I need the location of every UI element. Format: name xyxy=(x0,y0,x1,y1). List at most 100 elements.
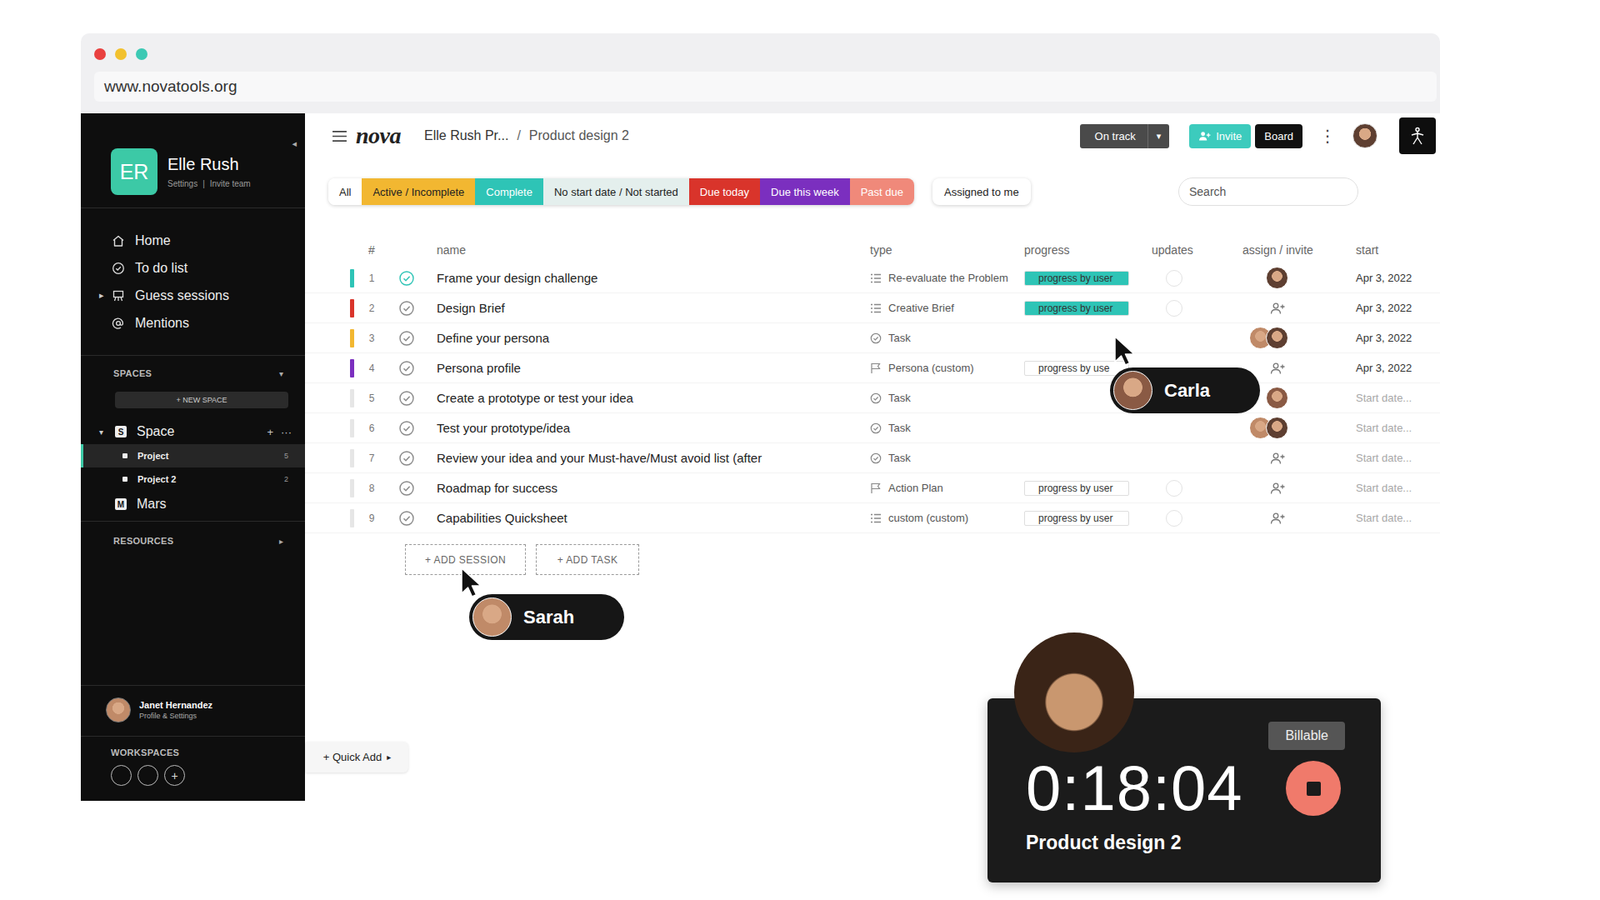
nav-item[interactable]: To do list xyxy=(80,254,305,282)
progress-bar[interactable]: progress by use xyxy=(1024,360,1130,376)
column-header[interactable]: assign / invite xyxy=(1221,243,1347,257)
user-link[interactable]: Settings xyxy=(167,179,198,189)
task-name[interactable]: Persona profile xyxy=(436,360,864,375)
task-name[interactable]: Create a prototype or test your idea xyxy=(436,390,864,405)
space-action[interactable]: ··· xyxy=(280,425,292,439)
person-plus-icon[interactable] xyxy=(1270,481,1285,495)
updates-indicator[interactable] xyxy=(1165,510,1183,527)
check-circle-icon[interactable] xyxy=(398,330,415,347)
workspace-button[interactable]: + xyxy=(164,765,185,786)
progress-bar[interactable]: progress by user xyxy=(1024,300,1130,316)
expander[interactable]: ▸ xyxy=(99,290,105,301)
workspace-button[interactable] xyxy=(110,765,132,786)
updates-indicator[interactable] xyxy=(1165,300,1183,317)
progress-bar[interactable]: progress by user xyxy=(1024,270,1130,286)
task-name[interactable]: Define your persona xyxy=(436,330,864,345)
start-date[interactable]: Start date... xyxy=(1346,451,1440,465)
start-date[interactable]: Apr 3, 2022 xyxy=(1346,271,1440,285)
table-row[interactable]: 3Define your personaTaskApr 3, 2022 xyxy=(305,323,1440,354)
check-circle-icon[interactable] xyxy=(398,510,415,527)
start-date[interactable]: Apr 3, 2022 xyxy=(1346,331,1440,345)
table-row[interactable]: 8Roadmap for successAction Planprogress … xyxy=(305,473,1440,504)
person-plus-icon[interactable] xyxy=(1270,301,1285,315)
add-button[interactable]: + ADD TASK xyxy=(535,544,640,575)
filter-tab[interactable]: No start date / Not started xyxy=(543,178,690,205)
person-plus-icon[interactable] xyxy=(1270,511,1285,525)
invite-button[interactable]: Invite xyxy=(1189,124,1251,149)
project-row[interactable]: Project5 xyxy=(80,444,305,468)
task-name[interactable]: Frame your design challenge xyxy=(436,270,864,285)
maximize-button[interactable] xyxy=(135,48,148,60)
filter-tab[interactable]: All xyxy=(328,178,362,205)
column-header[interactable]: progress xyxy=(1017,243,1143,257)
check-circle-icon[interactable] xyxy=(398,300,415,317)
assignee-avatar[interactable] xyxy=(1265,416,1289,440)
stop-button[interactable] xyxy=(1285,760,1341,816)
filter-tab[interactable]: Due today xyxy=(689,178,760,205)
table-row[interactable]: 5Create a prototype or test your ideaTas… xyxy=(305,383,1440,414)
close-button[interactable] xyxy=(94,48,106,60)
menu-icon[interactable] xyxy=(331,130,348,143)
section-caret[interactable]: ▸ xyxy=(279,536,284,546)
assigned-to-me-filter[interactable]: Assigned to me xyxy=(932,178,1031,205)
task-name[interactable]: Roadmap for success xyxy=(436,480,864,495)
start-date[interactable]: Apr 3, 2022 xyxy=(1346,361,1440,375)
check-circle-icon[interactable] xyxy=(398,450,415,467)
board-button[interactable]: Board xyxy=(1255,124,1303,149)
profile-row[interactable]: Janet HernandezProfile & Settings xyxy=(80,685,305,737)
logo[interactable]: nova xyxy=(355,122,401,150)
task-name[interactable]: Capabilities Quicksheet xyxy=(436,510,864,525)
check-circle-icon[interactable] xyxy=(398,360,415,377)
table-row[interactable]: 4Persona profilePersona (custom)progress… xyxy=(305,353,1440,384)
breadcrumb-item[interactable]: Product design 2 xyxy=(529,128,630,144)
table-row[interactable]: 6Test your prototype/ideaTaskStart date.… xyxy=(305,413,1440,444)
assignee-avatar[interactable] xyxy=(1265,266,1289,290)
task-name[interactable]: Test your prototype/idea xyxy=(436,420,864,435)
account-button[interactable] xyxy=(1399,117,1436,155)
billable-badge[interactable]: Billable xyxy=(1268,721,1345,750)
section-caret[interactable]: ▾ xyxy=(279,369,284,379)
start-date[interactable]: Start date... xyxy=(1346,511,1440,525)
filter-tab[interactable]: Due this week xyxy=(760,178,850,205)
check-circle-icon[interactable] xyxy=(398,390,415,407)
space-row[interactable]: MMars xyxy=(80,495,305,514)
column-header[interactable]: type xyxy=(863,243,1018,257)
minimize-button[interactable] xyxy=(115,48,127,60)
user-link[interactable]: Invite team xyxy=(210,179,251,189)
table-row[interactable]: 2Design BriefCreative Briefprogress by u… xyxy=(305,293,1440,324)
status-dropdown[interactable]: On track▾ xyxy=(1080,124,1170,149)
start-date[interactable]: Start date... xyxy=(1346,421,1440,435)
breadcrumb-item[interactable]: Elle Rush Pr... xyxy=(424,128,509,144)
filter-tab[interactable]: Active / Incomplete xyxy=(361,178,475,205)
start-date[interactable]: Apr 3, 2022 xyxy=(1346,301,1440,315)
column-header[interactable]: name xyxy=(436,243,864,257)
resources-header[interactable]: RESOURCES▸ xyxy=(80,520,305,552)
more-button[interactable]: ⋮ xyxy=(1319,125,1335,146)
progress-bar[interactable]: progress by user xyxy=(1024,510,1130,526)
start-date[interactable]: Start date... xyxy=(1346,391,1440,405)
quick-add-button[interactable]: + Quick Add▸ xyxy=(305,741,409,773)
nav-item[interactable]: Mentions xyxy=(80,309,305,337)
start-date[interactable]: Start date... xyxy=(1346,481,1440,495)
task-name[interactable]: Review your idea and your Must-have/Must… xyxy=(436,450,864,465)
nav-item[interactable]: ▸Guess sessions xyxy=(80,281,305,310)
task-name[interactable]: Design Brief xyxy=(436,300,864,315)
new-space-button[interactable]: + NEW SPACE xyxy=(115,391,289,409)
project-row[interactable]: Project 22 xyxy=(80,467,305,491)
assignee-avatar[interactable] xyxy=(1265,326,1289,350)
assignee-avatar[interactable] xyxy=(1265,386,1289,410)
filter-tab[interactable]: Past due xyxy=(850,178,915,205)
nav-item[interactable]: Home xyxy=(80,226,305,255)
add-button[interactable]: + ADD SESSION xyxy=(405,544,526,575)
filter-tab[interactable]: Complete xyxy=(475,178,544,205)
updates-indicator[interactable] xyxy=(1165,480,1183,497)
check-circle-icon[interactable] xyxy=(398,480,415,497)
space-row[interactable]: ▾SSpace+··· xyxy=(80,422,305,441)
updates-indicator[interactable] xyxy=(1165,270,1183,287)
space-action[interactable]: + xyxy=(266,425,274,439)
table-row[interactable]: 1Frame your design challengeRe-evaluate … xyxy=(305,263,1440,294)
table-row[interactable]: 9Capabilities Quicksheetcustom (custom)p… xyxy=(305,503,1440,534)
table-row[interactable]: 7Review your idea and your Must-have/Mus… xyxy=(305,443,1440,474)
space-caret[interactable]: ▾ xyxy=(99,427,113,437)
user-avatar[interactable]: ER xyxy=(110,148,158,195)
